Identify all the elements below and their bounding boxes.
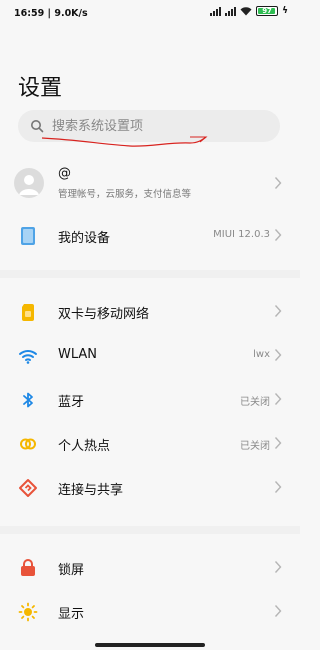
connection-share-label: 连接与共享 [58, 483, 124, 498]
bluetooth-row[interactable]: 蓝牙 已关闭 [0, 378, 300, 422]
sim-card-icon [22, 304, 34, 321]
chevron-right-icon [274, 605, 282, 617]
home-indicator[interactable] [95, 643, 205, 647]
status-right: 97 ϟ [210, 6, 288, 16]
lock-icon [21, 559, 35, 576]
wlan-label: WLAN [58, 347, 98, 362]
page-title: 设置 [18, 76, 63, 101]
signal-icon-2 [225, 6, 237, 16]
device-icon [21, 227, 35, 245]
my-device-label: 我的设备 [58, 231, 111, 246]
chevron-right-icon [274, 229, 282, 241]
lock-screen-label: 锁屏 [58, 563, 85, 578]
sim-network-label: 双卡与移动网络 [58, 307, 150, 322]
hotspot-icon [20, 438, 36, 450]
search-input[interactable] [52, 110, 252, 142]
display-label: 显示 [58, 607, 85, 622]
hotspot-label: 个人热点 [58, 439, 111, 454]
section-divider [0, 270, 300, 278]
account-row[interactable]: @ 管理帐号，云服务，支付信息等 [0, 160, 300, 208]
battery-icon: 97 [256, 6, 279, 16]
bluetooth-label: 蓝牙 [58, 395, 85, 410]
account-subtitle: 管理帐号，云服务，支付信息等 [58, 189, 192, 200]
display-row[interactable]: 显示 [0, 590, 300, 634]
charging-icon: ϟ [282, 6, 288, 16]
wlan-row[interactable]: WLAN lwx [0, 334, 300, 378]
search-icon [31, 120, 44, 133]
wifi-icon [19, 350, 37, 364]
wifi-status-icon [240, 7, 252, 16]
miui-version: MIUI 12.0.3 [213, 229, 270, 240]
my-device-row[interactable]: 我的设备 MIUI 12.0.3 [0, 214, 300, 258]
chevron-right-icon [274, 305, 282, 317]
status-bar: 16:59 | 9.0K/s 97 ϟ [0, 0, 300, 26]
hotspot-value: 已关闭 [240, 441, 270, 452]
avatar-icon [19, 175, 39, 195]
bluetooth-icon [23, 392, 33, 408]
account-name: @ [58, 166, 71, 181]
chevron-right-icon [274, 561, 282, 573]
status-network-speed: 9.0K/s [54, 8, 88, 19]
status-left: 16:59 | 9.0K/s [14, 8, 88, 19]
section-divider [0, 526, 300, 534]
search-box[interactable] [18, 110, 280, 142]
status-time: 16:59 [14, 8, 45, 19]
connection-share-row[interactable]: 连接与共享 [0, 466, 300, 510]
chevron-right-icon [274, 481, 282, 493]
avatar [14, 168, 44, 198]
battery-level: 97 [262, 7, 272, 15]
brightness-icon [18, 602, 38, 622]
chevron-right-icon [274, 437, 282, 449]
chevron-right-icon [274, 349, 282, 361]
bluetooth-value: 已关闭 [240, 397, 270, 408]
chevron-right-icon [274, 393, 282, 405]
hotspot-row[interactable]: 个人热点 已关闭 [0, 422, 300, 466]
sim-mobile-network-row[interactable]: 双卡与移动网络 [0, 290, 300, 334]
connection-share-icon [19, 479, 37, 497]
signal-icon [210, 6, 222, 16]
lock-screen-row[interactable]: 锁屏 [0, 546, 300, 590]
chevron-right-icon [274, 177, 282, 189]
wlan-value: lwx [253, 349, 270, 360]
